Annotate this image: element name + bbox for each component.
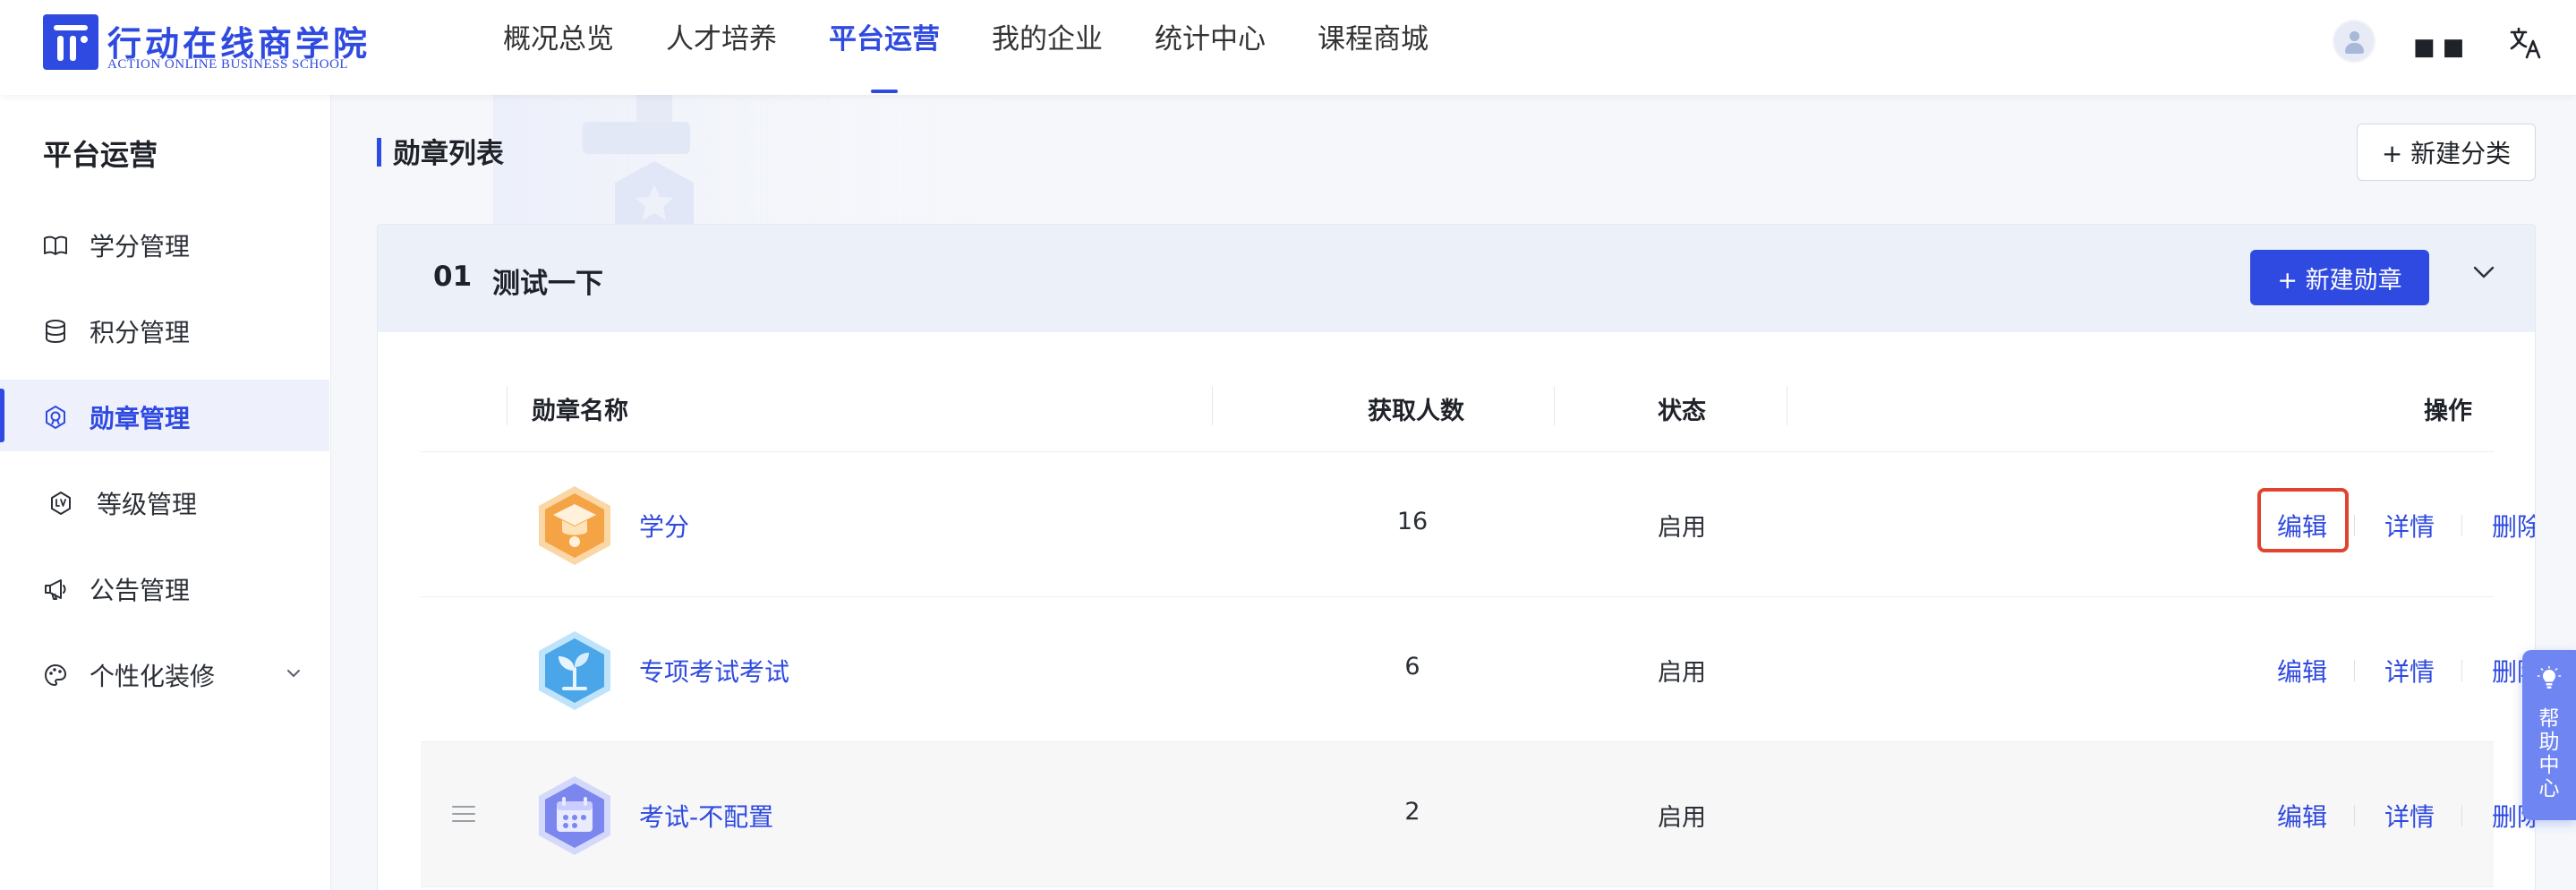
sidebar-item-label: 积分管理 — [90, 318, 191, 347]
edit-button[interactable]: 编辑 — [2277, 653, 2327, 689]
sidebar-item-customization[interactable]: 个性化装修 — [0, 638, 329, 709]
nav-item-platform-operation[interactable]: 平台运营 — [829, 0, 940, 95]
nav-item-my-enterprise[interactable]: 我的企业 — [992, 0, 1103, 95]
detail-button[interactable]: 详情 — [2384, 508, 2435, 543]
sidebar-item-label: 个性化装修 — [90, 662, 216, 691]
table-row: 考试-不配置 2 启用 编辑 详情 删除 — [421, 742, 2535, 887]
nav-item-statistics[interactable]: 统计中心 — [1155, 0, 1266, 95]
nav-item-talent-training[interactable]: 人才培养 — [666, 0, 777, 95]
sidebar-item-announcement-management[interactable]: 公告管理 — [0, 552, 329, 623]
sidebar-title: 平台运营 — [43, 138, 158, 172]
palette-icon — [44, 663, 67, 687]
detail-button[interactable]: 详情 — [2384, 798, 2435, 834]
level-icon — [51, 492, 71, 515]
column-divider — [1554, 386, 1555, 425]
action-divider — [2461, 515, 2462, 536]
action-divider — [2461, 805, 2462, 826]
column-header-actions: 操作 — [2424, 398, 2472, 425]
column-divider — [1212, 386, 1213, 425]
sidebar-item-points-management[interactable]: 积分管理 — [0, 294, 329, 365]
column-divider — [507, 386, 508, 425]
edit-button[interactable]: 编辑 — [2277, 508, 2327, 543]
delete-button[interactable]: 删除 — [2492, 508, 2535, 543]
brand-name-en: ACTION ONLINE BUSINESS SCHOOL — [107, 57, 349, 72]
status-text: 启用 — [1658, 514, 1706, 542]
action-divider — [2354, 660, 2355, 681]
sidebar-item-credit-management[interactable]: 学分管理 — [0, 208, 329, 279]
obtained-count: 16 — [1396, 508, 1429, 535]
drag-handle-icon[interactable] — [451, 803, 476, 825]
edit-button[interactable]: 编辑 — [2277, 798, 2327, 834]
category-index: 01 — [433, 261, 473, 293]
status-text: 启用 — [1658, 659, 1706, 687]
table-row: 学分 16 启用 编辑 详情 删除 — [421, 452, 2535, 597]
action-divider — [2354, 515, 2355, 536]
calendar-icon — [539, 776, 610, 855]
sidebar-item-label: 等级管理 — [97, 490, 198, 519]
translate-icon[interactable] — [2508, 25, 2544, 61]
book-icon — [44, 235, 67, 255]
help-center-label: 帮助中心 — [2522, 707, 2576, 800]
chevron-down-icon[interactable] — [285, 664, 303, 682]
nav-item-course-mall[interactable]: 课程商城 — [1318, 0, 1429, 95]
megaphone-icon — [45, 579, 66, 600]
detail-button[interactable]: 详情 — [2384, 653, 2435, 689]
page-title: 勋章列表 — [393, 138, 504, 170]
medal-name-link[interactable]: 学分 — [639, 508, 689, 543]
category-header: 01 测试一下 + 新建勋章 — [378, 225, 2535, 332]
medal-name-link[interactable]: 考试-不配置 — [639, 798, 773, 834]
medal-name-link[interactable]: 专项考试考试 — [639, 653, 789, 689]
top-navigation-bar: 行动在线商学院 ACTION ONLINE BUSINESS SCHOOL 概况… — [0, 0, 2576, 95]
sidebar: 平台运营 学分管理 积分管理 勋章管理 等级管理 公告管理 个性化装修 — [0, 95, 331, 890]
medal-icon — [46, 406, 65, 429]
sprout-icon — [539, 631, 610, 710]
help-center-label-text: 帮助中心 — [2538, 707, 2560, 800]
table-header: 勋章名称 获取人数 状态 操作 — [421, 359, 2494, 452]
sidebar-item-medal-management[interactable]: 勋章管理 — [0, 380, 329, 451]
sidebar-item-label: 公告管理 — [90, 576, 191, 605]
new-category-button[interactable]: + 新建分类 — [2357, 124, 2536, 181]
page-title-accent — [377, 138, 381, 167]
sidebar-item-label: 学分管理 — [90, 232, 191, 261]
user-avatar-icon[interactable] — [2333, 20, 2376, 63]
main-nav: 概况总览 人才培养 平台运营 我的企业 统计中心 课程商城 — [503, 0, 1480, 95]
action-divider — [2354, 805, 2355, 826]
new-medal-button[interactable]: + 新建勋章 — [2250, 250, 2429, 305]
table-row: 专项考试考试 6 启用 编辑 详情 删除 — [421, 597, 2535, 742]
mortarboard-icon — [539, 486, 610, 565]
category-name: 测试一下 — [492, 268, 603, 300]
column-header-obtained-count: 获取人数 — [1368, 398, 1464, 425]
obtained-count: 6 — [1404, 653, 1420, 680]
action-divider — [2461, 660, 2462, 681]
chevron-down-icon[interactable] — [2470, 259, 2497, 286]
column-header-status: 状态 — [1658, 398, 1706, 425]
status-text: 启用 — [1658, 804, 1706, 832]
database-icon — [46, 320, 65, 344]
brand-logo[interactable]: 行动在线商学院 ACTION ONLINE BUSINESS SCHOOL — [43, 14, 401, 73]
logo-mark-icon — [43, 14, 98, 70]
sidebar-item-label: 勋章管理 — [90, 404, 191, 433]
main-content: 勋章列表 + 新建分类 01 测试一下 + 新建勋章 勋章名称 获取人数 状态 … — [332, 95, 2576, 890]
help-center-button[interactable]: 帮助中心 — [2522, 650, 2576, 820]
lightbulb-icon — [2537, 666, 2562, 689]
medal-category-card: 01 测试一下 + 新建勋章 勋章名称 获取人数 状态 操作 学分 16 启用 … — [377, 224, 2536, 890]
nav-item-overview[interactable]: 概况总览 — [503, 0, 614, 95]
user-name[interactable]: ■■ — [2413, 34, 2471, 61]
column-header-medal-name: 勋章名称 — [532, 398, 628, 425]
sidebar-item-level-management[interactable]: 等级管理 — [0, 466, 329, 537]
obtained-count: 2 — [1404, 798, 1420, 826]
